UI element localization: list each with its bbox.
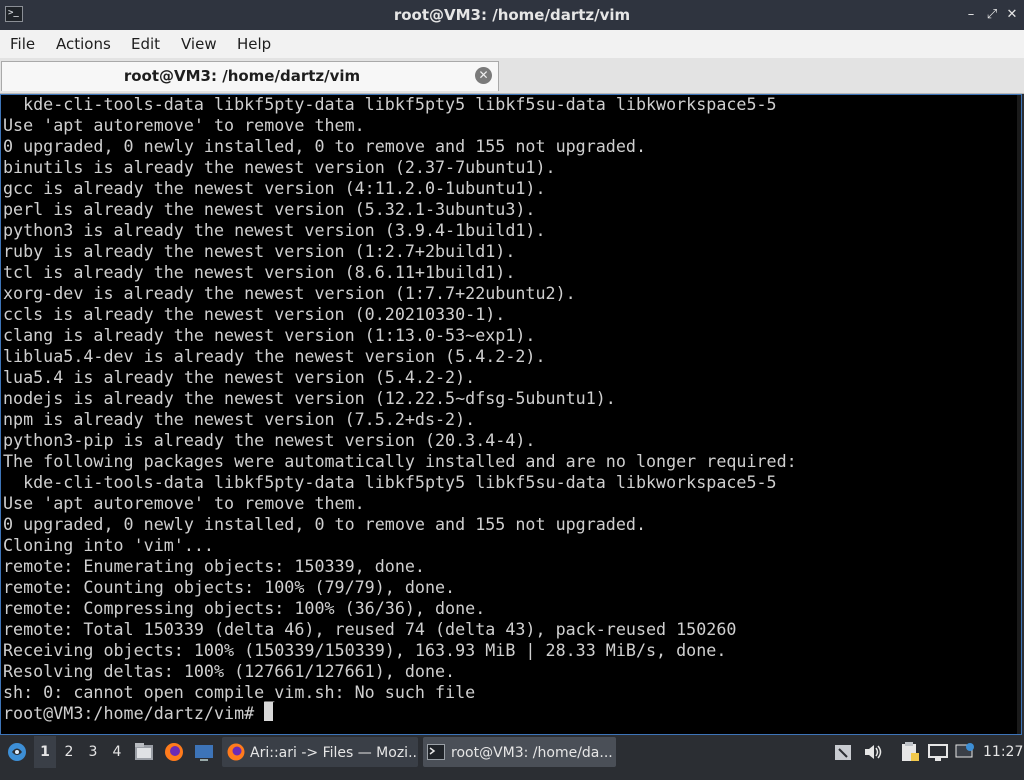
workspace-1[interactable]: 1: [34, 736, 56, 768]
clipboard-icon[interactable]: [899, 736, 921, 768]
screen-icon[interactable]: [954, 736, 976, 768]
terminal-line: Receiving objects: 100% (150339/150339),…: [3, 640, 727, 660]
terminal-line: python3-pip is already the newest versio…: [3, 430, 536, 450]
desktop-icon[interactable]: [193, 736, 215, 768]
terminal-line: npm is already the newest version (7.5.2…: [3, 409, 476, 429]
terminal-line: nodejs is already the newest version (12…: [3, 388, 616, 408]
workspace-3[interactable]: 3: [82, 736, 104, 768]
window-title: root@VM3: /home/dartz/vim: [393, 6, 631, 24]
terminal-line: 0 upgraded, 0 newly installed, 0 to remo…: [3, 136, 646, 156]
terminal-line: 0 upgraded, 0 newly installed, 0 to remo…: [3, 514, 646, 534]
start-menu-icon[interactable]: [3, 736, 31, 768]
taskbar-item-label: root@VM3: /home/da...: [451, 745, 613, 761]
terminal-line: Cloning into 'vim'...: [3, 535, 214, 555]
tab-terminal[interactable]: root@VM3: /home/dartz/vim ✕: [1, 61, 499, 91]
terminal-line: Use 'apt autoremove' to remove them.: [3, 115, 365, 135]
terminal-line: Resolving deltas: 100% (127661/127661), …: [3, 661, 456, 681]
tab-label: root@VM3: /home/dartz/vim: [123, 67, 361, 85]
terminal-scrollbar[interactable]: [1017, 95, 1021, 734]
taskbar-item-terminal[interactable]: root@VM3: /home/da...: [423, 737, 616, 767]
terminal-line: Use 'apt autoremove' to remove them.: [3, 493, 365, 513]
network-icon[interactable]: [927, 736, 949, 768]
terminal-line: perl is already the newest version (5.32…: [3, 199, 536, 219]
file-manager-icon[interactable]: [133, 736, 155, 768]
firefox-icon[interactable]: [163, 736, 185, 768]
volume-icon[interactable]: [862, 736, 884, 768]
keyboard-layout-icon[interactable]: [833, 736, 853, 768]
terminal-line: gcc is already the newest version (4:11.…: [3, 178, 546, 198]
terminal-icon: [427, 744, 445, 760]
terminal-line: tcl is already the newest version (8.6.1…: [3, 262, 516, 282]
terminal-line: ruby is already the newest version (1:2.…: [3, 241, 516, 261]
terminal-line: kde-cli-tools-data libkf5pty-data libkf5…: [3, 472, 777, 492]
terminal-line: ccls is already the newest version (0.20…: [3, 304, 506, 324]
terminal-line: root@VM3:/home/dartz/vim#: [3, 703, 265, 723]
terminal-line: xorg-dev is already the newest version (…: [3, 283, 576, 303]
maximize-icon[interactable]: ⤢: [983, 6, 1001, 24]
workspace-4[interactable]: 4: [106, 736, 128, 768]
taskbar-item-label: Ari::ari -> Files — Mozi...: [250, 745, 418, 761]
terminal-line: The following packages were automaticall…: [3, 451, 797, 471]
window-titlebar[interactable]: >_ root@VM3: /home/dartz/vim – ⤢ ✕: [0, 0, 1024, 30]
menu-edit[interactable]: Edit: [131, 35, 160, 53]
clock[interactable]: 11:27: [983, 736, 1023, 768]
menu-file[interactable]: File: [10, 35, 35, 53]
terminal-line: clang is already the newest version (1:1…: [3, 325, 536, 345]
minimize-icon[interactable]: –: [962, 6, 980, 24]
taskbar: 1 2 3 4 Ari::ari -> Files — Mozi... root…: [0, 736, 1024, 768]
menu-help[interactable]: Help: [237, 35, 271, 53]
terminal-line: remote: Total 150339 (delta 46), reused …: [3, 619, 737, 639]
tab-close-icon[interactable]: ✕: [475, 67, 492, 84]
terminal-line: remote: Counting objects: 100% (79/79), …: [3, 577, 456, 597]
tab-bar: root@VM3: /home/dartz/vim ✕: [0, 58, 1024, 94]
terminal-line: lua5.4 is already the newest version (5.…: [3, 367, 476, 387]
menu-actions[interactable]: Actions: [56, 35, 111, 53]
close-icon[interactable]: ✕: [1003, 6, 1021, 24]
terminal-cursor: [264, 702, 273, 721]
terminal-line: remote: Enumerating objects: 150339, don…: [3, 556, 425, 576]
menu-view[interactable]: View: [181, 35, 217, 53]
terminal-line: liblua5.4-dev is already the newest vers…: [3, 346, 546, 366]
workspace-2[interactable]: 2: [58, 736, 80, 768]
menu-bar: File Actions Edit View Help: [0, 30, 1024, 58]
terminal-line: sh: 0: cannot open compile_vim.sh: No su…: [3, 682, 476, 702]
terminal-line: python3 is already the newest version (3…: [3, 220, 546, 240]
firefox-icon: [227, 743, 245, 761]
terminal-line: binutils is already the newest version (…: [3, 157, 556, 177]
terminal-line: remote: Compressing objects: 100% (36/36…: [3, 598, 486, 618]
terminal-line: kde-cli-tools-data libkf5pty-data libkf5…: [3, 94, 777, 114]
taskbar-item-firefox[interactable]: Ari::ari -> Files — Mozi...: [222, 737, 418, 767]
